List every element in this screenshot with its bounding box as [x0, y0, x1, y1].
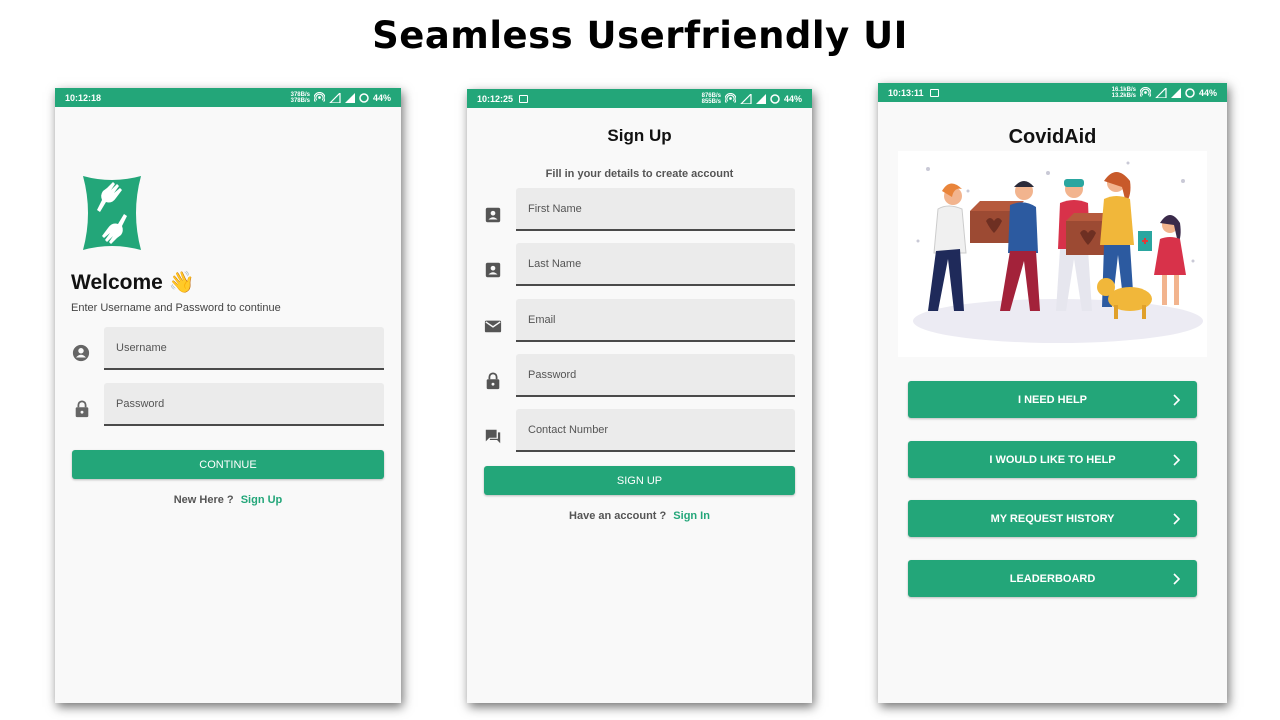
- username-input[interactable]: Username: [104, 327, 384, 370]
- network-speed: 876B/s 855B/s: [702, 93, 721, 105]
- signup-screen: 10:12:25 876B/s 855B/s 44% Sign Up Fill …: [467, 89, 812, 703]
- signal-4g-icon: [1155, 87, 1167, 98]
- signup-button[interactable]: SIGN UP: [484, 466, 795, 495]
- signin-link[interactable]: Sign In: [673, 510, 710, 522]
- password-input[interactable]: Password: [516, 354, 795, 397]
- signal-icon: [1170, 87, 1181, 98]
- chevron-right-icon: [1173, 393, 1181, 406]
- last-name-input[interactable]: Last Name: [516, 243, 795, 286]
- have-account-text: Have an account ?: [569, 510, 667, 522]
- status-time: 10:12:18: [65, 92, 102, 103]
- network-speed: 378B/s 378B/s: [291, 92, 310, 104]
- image-notification-icon: [929, 88, 939, 97]
- signup-subtitle: Fill in your details to create account: [545, 168, 734, 180]
- request-history-button[interactable]: MY REQUEST HISTORY: [908, 500, 1197, 537]
- hands-logo: [83, 176, 141, 250]
- need-help-label: I NEED HELP: [1017, 393, 1088, 406]
- continue-button[interactable]: CONTINUE: [72, 450, 384, 479]
- chevron-right-icon: [1173, 512, 1181, 525]
- speed-down: 378B/s: [290, 97, 310, 104]
- slide-title: Seamless Userfriendly UI: [372, 14, 908, 57]
- chevron-right-icon: [1173, 453, 1181, 466]
- battery-percent: 44%: [1198, 87, 1217, 98]
- leaderboard-button[interactable]: LEADERBOARD: [908, 560, 1197, 597]
- signin-prompt: Have an account ? Sign In: [467, 510, 812, 522]
- contact-card-icon: [485, 207, 501, 223]
- like-to-help-button[interactable]: I WOULD LIKE TO HELP: [908, 441, 1197, 478]
- mail-icon: [484, 320, 502, 333]
- email-input[interactable]: Email: [516, 299, 795, 342]
- first-name-input[interactable]: First Name: [516, 188, 795, 231]
- battery-icon: [359, 92, 369, 103]
- contact-number-input[interactable]: Contact Number: [516, 409, 795, 452]
- leaderboard-label: LEADERBOARD: [1009, 572, 1096, 585]
- hotspot-icon: [1139, 87, 1151, 97]
- signup-prompt: New Here ? Sign Up: [55, 494, 401, 506]
- speed-up: 876B/s: [701, 92, 721, 99]
- welcome-text: Welcome: [71, 271, 163, 294]
- status-bar: 10:12:18 378B/s 378B/s 44%: [55, 88, 401, 107]
- battery-percent: 44%: [783, 93, 802, 104]
- request-history-label: MY REQUEST HISTORY: [990, 512, 1115, 525]
- wave-emoji: 👋: [168, 271, 195, 294]
- status-time: 10:13:11: [888, 87, 924, 98]
- contact-card-icon: [485, 262, 501, 278]
- login-subtitle: Enter Username and Password to continue: [71, 302, 281, 314]
- status-time: 10:12:25: [477, 93, 514, 104]
- signal-icon: [344, 92, 355, 103]
- login-screen: 10:12:18 378B/s 378B/s 44% Welcome 👋 Ent…: [55, 88, 401, 703]
- password-input[interactable]: Password: [104, 383, 384, 426]
- like-to-help-label: I WOULD LIKE TO HELP: [989, 453, 1116, 466]
- welcome-heading: Welcome 👋: [71, 271, 195, 295]
- speed-up: 16.1kB/s: [1111, 86, 1136, 93]
- network-speed: 16.1kB/s 13.2kB/s: [1112, 87, 1136, 99]
- lock-icon: [486, 372, 500, 390]
- battery-icon: [770, 93, 780, 104]
- app-title: CovidAid: [1008, 126, 1097, 148]
- speed-down: 13.2kB/s: [1111, 92, 1136, 99]
- signal-4g-icon: [740, 93, 752, 104]
- need-help-button[interactable]: I NEED HELP: [908, 381, 1197, 418]
- battery-percent: 44%: [372, 92, 391, 103]
- status-bar: 10:13:11 16.1kB/s 13.2kB/s 44%: [878, 83, 1227, 102]
- home-screen: 10:13:11 16.1kB/s 13.2kB/s 44% CovidAid: [878, 83, 1227, 703]
- signup-link[interactable]: Sign Up: [241, 494, 283, 506]
- status-bar: 10:12:25 876B/s 855B/s 44%: [467, 89, 812, 108]
- speed-up: 378B/s: [290, 91, 310, 98]
- chat-bubble-icon: [485, 429, 501, 444]
- page-title: Sign Up: [607, 126, 672, 145]
- account-circle-icon: [72, 344, 90, 362]
- signal-icon: [755, 93, 766, 104]
- lock-icon: [75, 400, 89, 418]
- hotspot-icon: [313, 92, 325, 102]
- signal-4g-icon: [329, 92, 341, 103]
- volunteers-delivering-aid-illustration: [898, 151, 1207, 357]
- hotspot-icon: [724, 93, 736, 103]
- battery-icon: [1185, 87, 1195, 98]
- new-here-text: New Here ?: [173, 494, 234, 506]
- speed-down: 855B/s: [701, 98, 721, 105]
- image-notification-icon: [519, 94, 529, 103]
- chevron-right-icon: [1173, 572, 1181, 585]
